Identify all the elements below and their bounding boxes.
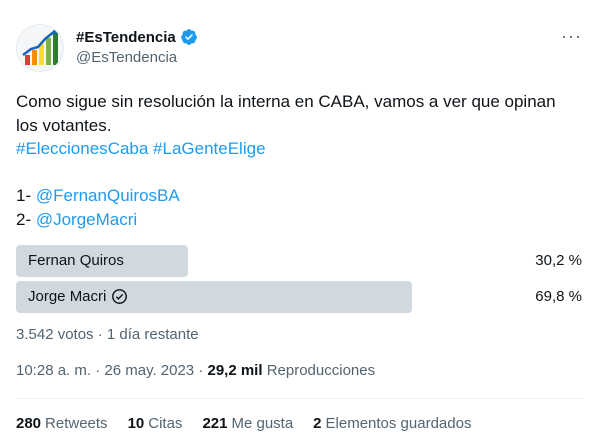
bookmarks-stat[interactable]: 2 Elementos guardados [313, 415, 471, 432]
rising-bar-chart-icon [17, 25, 63, 71]
stat-label: Retweets [45, 415, 108, 432]
poll-option-label: Jorge Macri [28, 288, 107, 305]
quotes-stat[interactable]: 10 Citas [128, 415, 183, 432]
stat-count: 2 [313, 415, 322, 432]
poll-summary: 3.542 votos · 1 día restante [16, 326, 199, 343]
mention-link[interactable]: @JorgeMacri [36, 210, 137, 229]
views-label: Reproducciones [262, 362, 376, 379]
hashtag-link[interactable]: #EleccionesCaba [16, 139, 148, 158]
author-name-row: #EsTendencia [76, 28, 198, 46]
tweet-line: Como sigue sin resolución la interna en … [16, 92, 556, 111]
poll-option-label-row: Jorge Macri [28, 288, 128, 305]
hashtag-link[interactable]: #LaGenteElige [153, 139, 265, 158]
poll: Fernan Quiros 30,2 % Jorge Macri 69,8 % [16, 245, 584, 317]
views-count: 29,2 mil [207, 362, 263, 379]
stat-count: 221 [202, 415, 228, 432]
stat-label: Elementos guardados [325, 415, 472, 432]
list-item-prefix: 1- [16, 186, 36, 206]
tweet-line: los votantes. [16, 115, 112, 135]
tweet-text: Como sigue sin resolución la interna en … [16, 90, 576, 232]
stat-count: 280 [16, 415, 42, 432]
mention-link[interactable]: @FernanQuirosBA [36, 186, 180, 205]
check-circle-icon [112, 289, 128, 304]
stat-label: Citas [148, 415, 183, 432]
poll-option-percent: 30,2 % [535, 252, 582, 269]
divider [16, 398, 584, 399]
stat-label: Me gusta [231, 415, 294, 432]
more-options-icon[interactable]: ··· [561, 26, 582, 47]
verified-badge-icon [180, 29, 197, 45]
engagement-stats: 280 Retweets 10 Citas 221 Me gusta 2 Element… [16, 415, 491, 432]
list-item-prefix: 2- [16, 209, 36, 229]
poll-option: Fernan Quiros 30,2 % [16, 245, 584, 277]
poll-option: Jorge Macri 69,8 % [16, 281, 584, 313]
poll-option-percent: 69,8 % [535, 288, 582, 305]
tweet-meta: 10:28 a. m. · 26 may. 2023 · 29,2 mil Re… [16, 362, 375, 379]
list-item: 1- @FernanQuirosBA [16, 184, 576, 208]
hashtags-line: #EleccionesCaba #LaGenteElige [16, 137, 576, 161]
likes-stat[interactable]: 221 Me gusta [202, 415, 293, 432]
poll-option-label: Fernan Quiros [28, 252, 124, 269]
list-item: 2- @JorgeMacri [16, 208, 576, 232]
avatar[interactable] [16, 24, 64, 72]
retweets-stat[interactable]: 280 Retweets [16, 415, 108, 432]
tweet-timestamp[interactable]: 10:28 a. m. · 26 may. 2023 · [16, 362, 207, 379]
author-handle[interactable]: @EsTendencia [76, 49, 177, 66]
author-display-name[interactable]: #EsTendencia [76, 29, 176, 46]
stat-count: 10 [127, 415, 145, 432]
